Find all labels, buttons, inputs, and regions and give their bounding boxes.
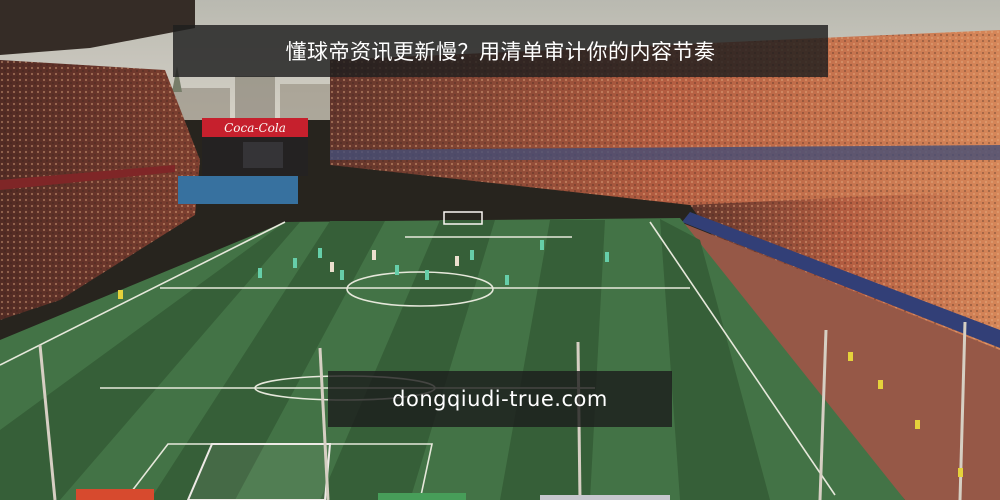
watermark-banner: dongqiudi-true.com (328, 371, 672, 427)
stadium-photo: Coca-Cola 懂球帝资讯更新慢？用清单审计你的内容节奏 dongqiudi… (0, 0, 1000, 500)
watermark-text: dongqiudi-true.com (392, 387, 608, 411)
article-title: 懂球帝资讯更新慢？用清单审计你的内容节奏 (285, 40, 716, 64)
title-banner: 懂球帝资讯更新慢？用清单审计你的内容节奏 (173, 25, 828, 77)
